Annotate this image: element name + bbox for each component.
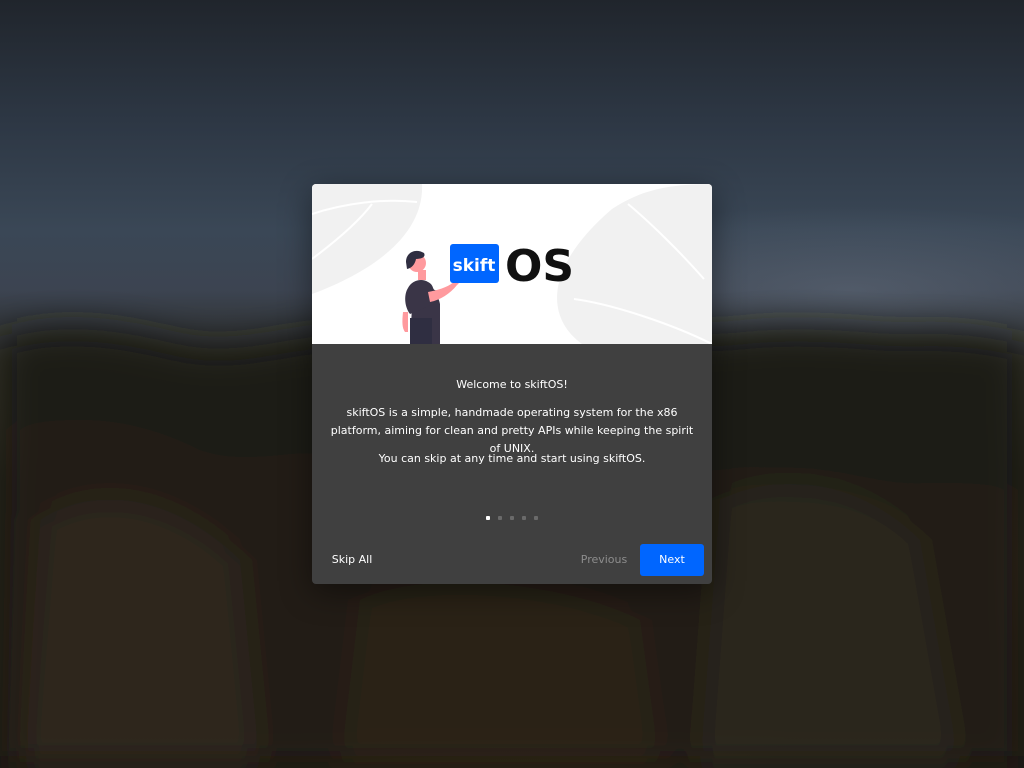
skip-note: You can skip at any time and start using… xyxy=(378,452,646,465)
welcome-heading: Welcome to skiftOS! xyxy=(456,378,568,391)
next-button[interactable]: Next xyxy=(640,544,704,576)
page-dot-1 xyxy=(486,516,490,520)
page-dot-5 xyxy=(534,516,538,520)
logo-text: skift xyxy=(453,256,496,276)
dialog-footer: Skip All Previous Next xyxy=(312,544,712,576)
leaf-decoration-right xyxy=(557,184,712,344)
skip-all-button[interactable]: Skip All xyxy=(324,544,380,576)
logo-suffix: OS xyxy=(505,241,574,292)
page-dot-3 xyxy=(510,516,514,520)
welcome-banner: skift OS xyxy=(312,184,712,344)
page-dot-4 xyxy=(522,516,526,520)
banner-artwork: skift OS xyxy=(312,184,712,344)
desktop-wallpaper: skift OS Welcome to skiftOS! skiftOS is … xyxy=(0,0,1024,768)
previous-button[interactable]: Previous xyxy=(574,544,634,576)
welcome-content: Welcome to skiftOS! skiftOS is a simple,… xyxy=(312,344,712,494)
welcome-dialog: skift OS Welcome to skiftOS! skiftOS is … xyxy=(312,184,712,584)
page-dot-2 xyxy=(498,516,502,520)
page-indicator xyxy=(312,515,712,521)
skift-logo-icon: skift xyxy=(450,244,499,283)
